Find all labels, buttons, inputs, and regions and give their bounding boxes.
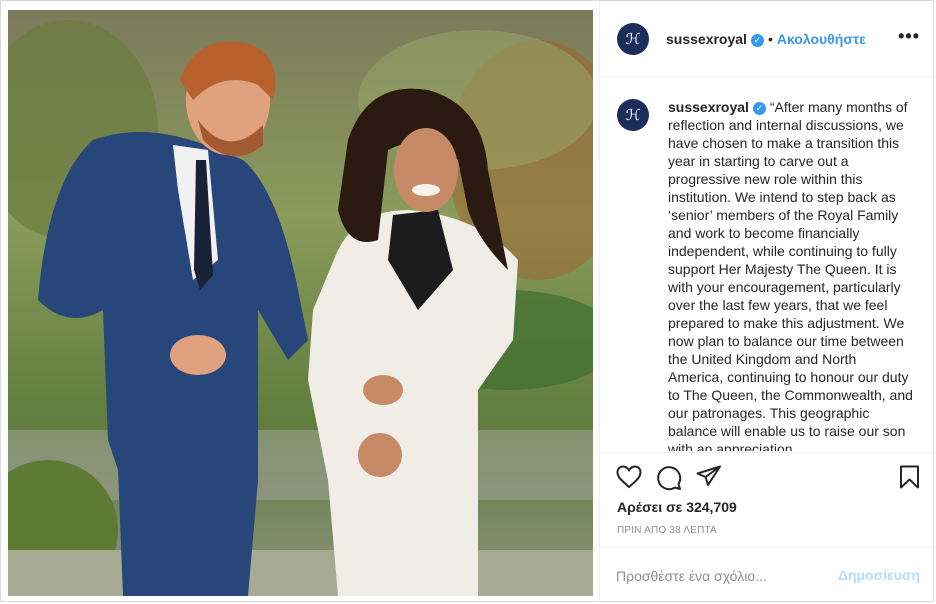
caption-username[interactable]: sussexroyal: [668, 99, 749, 115]
caption-text: “After many months of reflection and int…: [668, 99, 913, 451]
post-header: ℋ sussexroyal ✓ • Ακολουθήστε •••: [600, 1, 936, 77]
header-username[interactable]: sussexroyal: [666, 31, 747, 47]
verified-badge-icon: ✓: [752, 102, 766, 115]
caption: sussexroyal ✓ “After many months of refle…: [668, 98, 913, 451]
comment-input[interactable]: [616, 566, 836, 586]
likes-count[interactable]: Αρέσει σε 324,709: [617, 499, 737, 515]
post-comment-button[interactable]: Δημοσίευση: [838, 567, 920, 583]
header-info: sussexroyal ✓ • Ακολουθήστε: [666, 31, 866, 49]
comment-bar: Δημοσίευση: [600, 547, 936, 604]
separator-dot: •: [767, 31, 773, 47]
caption-avatar[interactable]: ℋ: [617, 99, 649, 131]
follow-button[interactable]: Ακολουθήστε: [777, 31, 866, 47]
post-sidebar: ℋ sussexroyal ✓ • Ακολουθήστε ••• ℋ sussexr…: [599, 1, 936, 603]
more-options-icon[interactable]: •••: [898, 27, 920, 45]
comment-icon[interactable]: [656, 465, 682, 491]
post-photo[interactable]: [8, 10, 593, 596]
verified-badge-icon: ✓: [750, 34, 764, 47]
post-photo-illustration: [8, 10, 593, 596]
heart-icon[interactable]: [616, 465, 642, 489]
post-timestamp[interactable]: ΠΡΙΝ ΑΠΟ 38 ΛΕΠΤΑ: [617, 525, 717, 536]
caption-area: ℋ sussexroyal ✓ “After many months of ref…: [600, 77, 936, 451]
send-icon[interactable]: [696, 465, 722, 489]
action-bar: Αρέσει σε 324,709 ΠΡΙΝ ΑΠΟ 38 ΛΕΠΤΑ: [600, 452, 936, 547]
instagram-post: ℋ sussexroyal ✓ • Ακολουθήστε ••• ℋ sussexr…: [0, 0, 936, 603]
profile-avatar[interactable]: ℋ: [617, 23, 649, 55]
bookmark-icon[interactable]: [899, 465, 920, 489]
